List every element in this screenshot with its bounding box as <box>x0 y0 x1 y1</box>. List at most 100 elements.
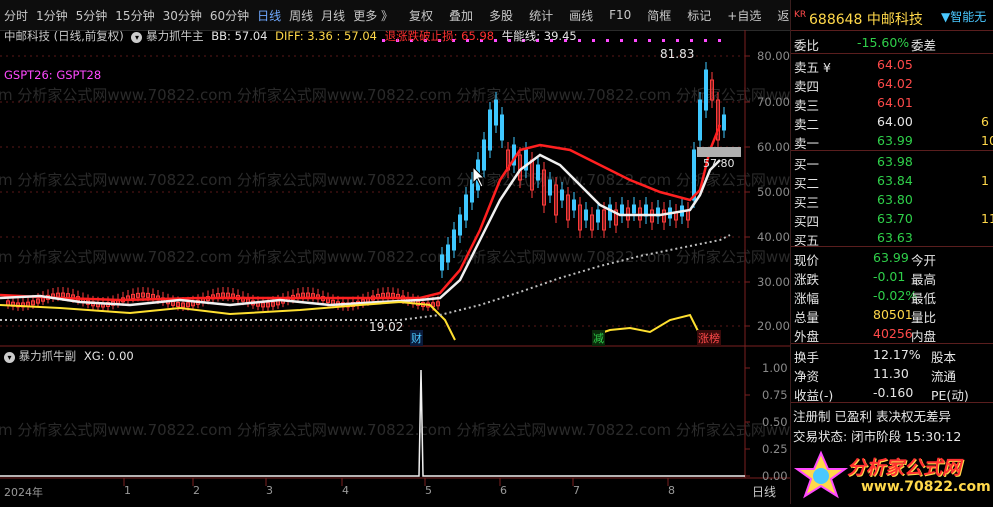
site-logo: 分析家公式网 www.70822.com <box>791 447 993 504</box>
trade-status: 交易状态: 闭市阶段 15:30:12 <box>793 429 962 444</box>
marker-zhangbang[interactable]: 涨榜 <box>697 330 721 346</box>
ask-volume: 6 <box>981 114 989 129</box>
ask-volume: 10 <box>981 133 993 148</box>
toolbar-button-5[interactable]: F10 <box>605 8 635 22</box>
candle-body <box>704 69 708 111</box>
xg-value: XG: 0.00 <box>83 349 134 363</box>
bid-label: 买三 <box>794 195 820 210</box>
ask-price: 64.00 <box>877 114 913 129</box>
signal-dot <box>578 39 581 42</box>
chart-area[interactable]: m 分析家公式网www.70822.com 分析家公式网www.70822.co… <box>0 29 891 504</box>
stock-title: 中邮科技 (日线,前复权) <box>4 29 124 43</box>
candle-body <box>620 204 624 216</box>
logo-text: 分析家公式网 <box>847 457 962 479</box>
period-tab-8[interactable]: 月线 <box>317 7 349 24</box>
candle-body <box>494 99 498 126</box>
stat-label: 涨跌 <box>794 272 820 287</box>
ask-price: 64.01 <box>877 95 913 110</box>
stock-code-name[interactable]: 688648 中邮科技 <box>809 9 923 29</box>
period-toolbar: 分时 1分钟 5分钟 15分钟 30分钟 60分钟 日线 周线 月线 更多 》复权 叠加 多股 统计 画线… <box>0 0 801 31</box>
period-tab-3[interactable]: 15分钟 <box>111 7 158 24</box>
stat-right-label: 最高 <box>911 272 937 287</box>
bid-volume: 1 <box>981 173 989 188</box>
stat-value: 63.99 <box>873 250 909 265</box>
bull-line-value: 牛能线: 39.45 <box>501 29 577 43</box>
registration-info: 注册制 已盈利 表决权无差异 <box>793 409 951 424</box>
stat-value: 80501 <box>873 307 913 322</box>
smart-dropdown[interactable]: ▼智能无 <box>941 8 986 25</box>
toolbar-button-0[interactable]: 复权 <box>405 7 437 24</box>
weicha-label: 委差 <box>911 38 937 53</box>
marker-jian[interactable]: 减 <box>592 330 605 346</box>
candle-body <box>536 164 540 181</box>
bid-row[interactable]: 买三 63.80 <box>791 191 993 210</box>
sub-indicator-dropdown-icon[interactable]: ▾ <box>4 352 15 363</box>
x-axis-tick: 3 <box>266 484 273 497</box>
signal-dot <box>718 39 721 42</box>
gspt-label: GSPT26: GSPT28 <box>4 68 102 82</box>
stat-row: 现价 63.99 今开 <box>791 249 993 268</box>
diff-value: DIFF: 3.36 : 57.04 <box>275 29 377 43</box>
candle-body <box>548 179 552 196</box>
signal-dot <box>620 39 623 42</box>
toolbar-button-7[interactable]: 标记 <box>683 7 715 24</box>
period-tab-2[interactable]: 5分钟 <box>72 7 112 24</box>
stat2-label: 净资 <box>794 369 820 384</box>
x-axis-tick: 7 <box>573 484 580 497</box>
sub-y-axis-tick: 1.00 <box>762 361 788 375</box>
ask-label: 卖五 ¥ <box>794 60 831 75</box>
bid-row[interactable]: 买一 63.98 <box>791 153 993 172</box>
stat2-right-label: 股本 <box>931 350 957 365</box>
toolbar-button-8[interactable]: +自选 <box>723 7 765 24</box>
candle-body <box>596 209 600 223</box>
ask-row[interactable]: 卖四 64.02 <box>791 75 993 94</box>
marker-caibao[interactable]: 财 <box>410 330 423 346</box>
sub-indicator-name[interactable]: 暴力抓牛副 <box>19 349 77 363</box>
indicator-dropdown-icon[interactable]: ▾ <box>131 32 143 43</box>
toolbar-button-2[interactable]: 多股 <box>485 7 517 24</box>
indicator-main-name[interactable]: 暴力抓牛主 <box>146 29 204 43</box>
stat2-row: 收益(-) -0.160 PE(动) <box>791 384 993 403</box>
ask-row[interactable]: 卖一 63.99 10 <box>791 132 993 151</box>
bid-label: 买二 <box>794 176 820 191</box>
candle-body <box>572 199 576 211</box>
candle-body <box>584 209 588 221</box>
bid-row[interactable]: 买二 63.84 1 <box>791 172 993 191</box>
signal-dot <box>704 39 707 42</box>
y-axis-tick: 80.00 <box>757 49 790 63</box>
ask-row[interactable]: 卖三 64.01 <box>791 94 993 113</box>
toolbar-button-3[interactable]: 统计 <box>525 7 557 24</box>
stat-value: -0.01 <box>873 269 906 284</box>
ask-price: 64.02 <box>877 76 913 91</box>
stat2-right-label: 流通 <box>931 369 957 384</box>
period-tab-0[interactable]: 分时 <box>0 7 32 24</box>
bid-price: 63.98 <box>877 154 913 169</box>
period-label[interactable]: 日线 <box>752 483 776 500</box>
bid-row[interactable]: 买四 63.70 11 <box>791 210 993 229</box>
toolbar-button-1[interactable]: 叠加 <box>445 7 477 24</box>
watermark-text: m 分析家公式网www.70822.com 分析家公式网www.70822.co… <box>0 86 790 104</box>
x-axis-tick: 2 <box>193 484 200 497</box>
ask-row[interactable]: 卖二 64.00 6 <box>791 113 993 132</box>
ask-price: 63.99 <box>877 133 913 148</box>
stat-label: 总量 <box>794 310 820 325</box>
toolbar-button-6[interactable]: 简框 <box>643 7 675 24</box>
kline-chart[interactable]: m 分析家公式网www.70822.com 分析家公式网www.70822.co… <box>0 30 891 504</box>
period-tab-5[interactable]: 60分钟 <box>206 7 253 24</box>
ask-row[interactable]: 卖五 ¥ 64.05 <box>791 56 993 75</box>
period-tab-7[interactable]: 周线 <box>285 7 317 24</box>
period-tab-1[interactable]: 1分钟 <box>32 7 72 24</box>
candle-body <box>722 114 726 131</box>
current-price-tag: 57.80 <box>703 157 735 170</box>
period-tab-4[interactable]: 30分钟 <box>159 7 206 24</box>
candle-body <box>464 194 468 221</box>
stat2-label: 换手 <box>794 350 820 365</box>
period-tab-9[interactable]: 更多 》 <box>349 7 397 24</box>
x-axis-tick: 1 <box>124 484 131 497</box>
stat-right-label: 量比 <box>911 310 937 325</box>
bid-price: 63.70 <box>877 211 913 226</box>
bid-price: 63.84 <box>877 173 913 188</box>
period-tab-6[interactable]: 日线 <box>253 7 285 24</box>
x-axis-tick: 2024年 <box>4 486 43 499</box>
toolbar-button-4[interactable]: 画线 <box>565 7 597 24</box>
